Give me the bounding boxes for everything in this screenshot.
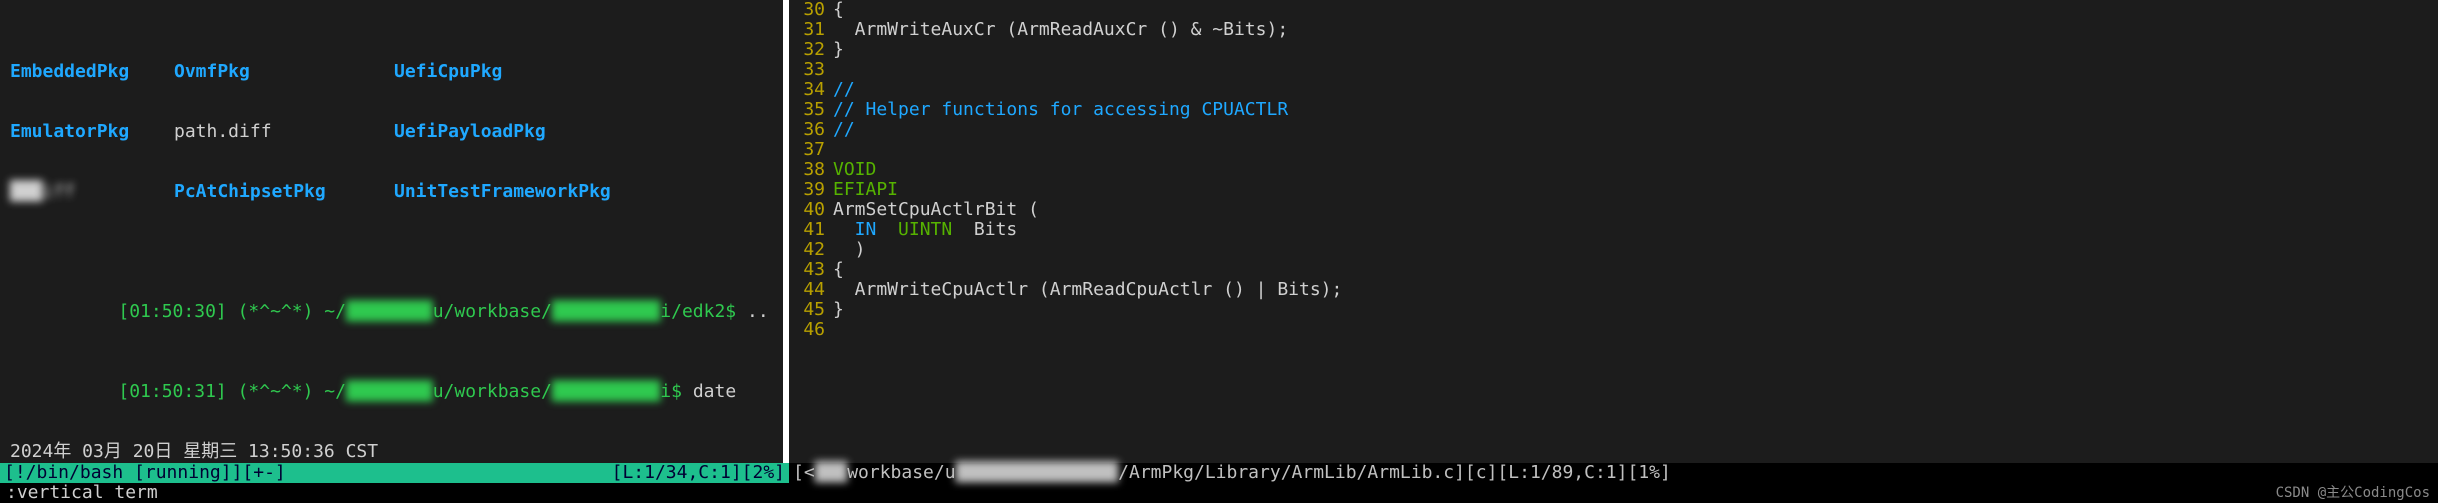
- app-root: EmbeddedPkg OvmfPkg UefiCpuPkg EmulatorP…: [0, 0, 2438, 503]
- line-gutter: 3031323334353637383940414243444546: [789, 0, 833, 340]
- prompt-path: i$: [660, 381, 682, 402]
- redacted: ████████: [346, 301, 433, 322]
- command: ..: [747, 301, 769, 322]
- code-line[interactable]: // Helper functions for accessing CPUACT…: [833, 100, 2438, 120]
- editor-pane[interactable]: 3031323334353637383940414243444546 { Arm…: [789, 0, 2438, 463]
- ls-entry: ███iff: [10, 182, 174, 202]
- code-line[interactable]: EFIAPI: [833, 180, 2438, 200]
- split-panes: EmbeddedPkg OvmfPkg UefiCpuPkg EmulatorP…: [0, 0, 2438, 463]
- ls-entry: EmbeddedPkg: [10, 62, 174, 82]
- status-position: [L:1/34,C:1][2%]: [612, 463, 785, 483]
- code-line[interactable]: //: [833, 120, 2438, 140]
- line-number: 31: [789, 20, 825, 40]
- line-number: 33: [789, 60, 825, 80]
- redacted: ███████████████: [956, 463, 1119, 483]
- ls-entry: path.diff: [174, 122, 394, 142]
- terminal-pane[interactable]: EmbeddedPkg OvmfPkg UefiCpuPkg EmulatorP…: [0, 0, 783, 463]
- code-line[interactable]: ): [833, 240, 2438, 260]
- status-filepath-tail: /ArmPkg/Library/ArmLib/ArmLib.c][c][L:1/…: [1118, 463, 1671, 483]
- redacted: ██████████: [552, 381, 660, 402]
- statusbar-terminal: [!/bin/bash [running]][+-] [L:1/34,C:1][…: [0, 463, 789, 483]
- command-line[interactable]: :vertical term CSDN @主公CodingCos: [0, 483, 2438, 503]
- code-line[interactable]: [833, 60, 2438, 80]
- ls-row: EmulatorPkg path.diff UefiPayloadPkg: [10, 122, 773, 142]
- code-line[interactable]: ArmSetCpuActlrBit (: [833, 200, 2438, 220]
- ls-row: EmbeddedPkg OvmfPkg UefiCpuPkg: [10, 62, 773, 82]
- command: date: [693, 381, 736, 402]
- code-line[interactable]: [833, 320, 2438, 340]
- prompt-path: i/edk2$: [660, 301, 736, 322]
- code-line[interactable]: }: [833, 300, 2438, 320]
- redacted: ███: [815, 463, 848, 483]
- line-number: 41: [789, 220, 825, 240]
- code-line[interactable]: {: [833, 0, 2438, 20]
- ls-entry: EmulatorPkg: [10, 122, 174, 142]
- ls-entry: OvmfPkg: [174, 62, 394, 82]
- ls-entry: UnitTestFrameworkPkg: [394, 182, 654, 202]
- line-number: 45: [789, 300, 825, 320]
- prompt-face: (*^~^*): [238, 381, 314, 402]
- prompt-path: u/workbase/: [433, 301, 552, 322]
- code-line[interactable]: {: [833, 260, 2438, 280]
- line-number: 36: [789, 120, 825, 140]
- ex-command: :vertical term: [6, 483, 158, 503]
- ls-row: ███iff PcAtChipsetPkg UnitTestFrameworkP…: [10, 182, 773, 202]
- line-number: 39: [789, 180, 825, 200]
- status-filepath-prefix: [<: [793, 463, 815, 483]
- code-line[interactable]: IN UINTN Bits: [833, 220, 2438, 240]
- prompt-time: [01:50:31]: [118, 381, 226, 402]
- line-number: 40: [789, 200, 825, 220]
- line-number: 43: [789, 260, 825, 280]
- code-line[interactable]: ArmWriteCpuActlr (ArmReadCpuActlr () | B…: [833, 280, 2438, 300]
- ls-entry: PcAtChipsetPkg: [174, 182, 394, 202]
- status-process: [!/bin/bash [running]][+-]: [4, 463, 286, 483]
- code-line[interactable]: ArmWriteAuxCr (ArmReadAuxCr () & ~Bits);: [833, 20, 2438, 40]
- line-number: 38: [789, 160, 825, 180]
- line-number: 46: [789, 320, 825, 340]
- watermark: CSDN @主公CodingCos: [2276, 483, 2438, 503]
- line-number: 42: [789, 240, 825, 260]
- code-line[interactable]: VOID: [833, 160, 2438, 180]
- code-line[interactable]: }: [833, 40, 2438, 60]
- redacted: ████████: [346, 381, 433, 402]
- line-number: 30: [789, 0, 825, 20]
- line-number: 32: [789, 40, 825, 60]
- date-output: 2024年 03月 20日 星期三 13:50:36 CST: [10, 442, 773, 462]
- prompt-face: (*^~^*): [238, 301, 314, 322]
- ls-entry: UefiPayloadPkg: [394, 122, 654, 142]
- prompt-path: ~/: [324, 381, 346, 402]
- line-number: 34: [789, 80, 825, 100]
- status-filepath-mid: workbase/u: [847, 463, 955, 483]
- code-view: 3031323334353637383940414243444546 { Arm…: [789, 0, 2438, 340]
- line-number: 44: [789, 280, 825, 300]
- prompt-path: ~/: [324, 301, 346, 322]
- prompt-line: [01:50:30] (*^~^*) ~/████████u/workbase/…: [10, 282, 773, 302]
- prompt-path: u/workbase/: [433, 381, 552, 402]
- terminal-output: EmbeddedPkg OvmfPkg UefiCpuPkg EmulatorP…: [0, 0, 783, 463]
- ls-entry: UefiCpuPkg: [394, 62, 654, 82]
- code-line[interactable]: [833, 140, 2438, 160]
- prompt-line: [01:50:31] (*^~^*) ~/████████u/workbase/…: [10, 362, 773, 382]
- line-number: 37: [789, 140, 825, 160]
- redacted: ██████████: [552, 301, 660, 322]
- statusbar-row: [!/bin/bash [running]][+-] [L:1/34,C:1][…: [0, 463, 2438, 483]
- code-source[interactable]: { ArmWriteAuxCr (ArmReadAuxCr () & ~Bits…: [833, 0, 2438, 340]
- code-line[interactable]: //: [833, 80, 2438, 100]
- prompt-time: [01:50:30]: [118, 301, 226, 322]
- statusbar-editor: [<███workbase/u███████████████/ArmPkg/Li…: [789, 463, 2438, 483]
- line-number: 35: [789, 100, 825, 120]
